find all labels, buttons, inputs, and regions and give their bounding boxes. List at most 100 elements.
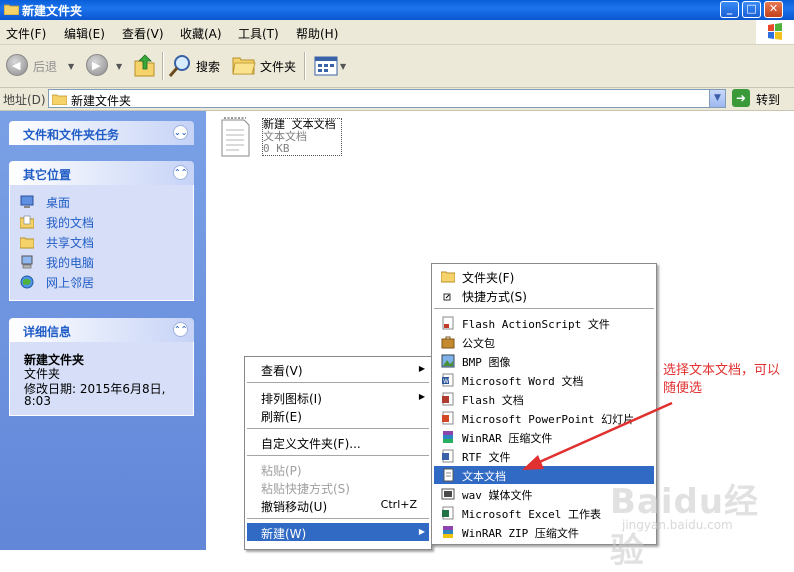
- new-rtf-item[interactable]: RTF 文件: [434, 447, 654, 465]
- text-document-icon: [443, 468, 454, 482]
- excel-sheet-icon: [442, 506, 454, 520]
- new-briefcase-item[interactable]: 公文包: [434, 333, 654, 351]
- maximize-button[interactable]: □: [742, 1, 761, 18]
- undo-shortcut: Ctrl+Z: [380, 498, 417, 511]
- menu-separator: [247, 382, 429, 383]
- windows-logo: [756, 20, 794, 44]
- desktop-icon: [20, 195, 34, 208]
- menu-item-arrange-icons[interactable]: 排列图标(I) ▶: [247, 388, 429, 406]
- menu-view[interactable]: 查看(V): [122, 25, 164, 42]
- go-button[interactable]: 转到: [756, 91, 780, 108]
- search-button[interactable]: 搜索: [196, 58, 220, 75]
- menu-help[interactable]: 帮助(H): [296, 25, 338, 42]
- details-panel: 详细信息 ⌃⌃ 新建文件夹 文件夹 修改日期: 2015年6月8日, 8:03: [9, 318, 194, 416]
- menu-tools[interactable]: 工具(T): [238, 25, 279, 42]
- menu-favorites[interactable]: 收藏(A): [180, 25, 222, 42]
- collapse-icon[interactable]: ⌃⌃: [173, 322, 188, 337]
- briefcase-icon: [441, 336, 455, 349]
- folder-icon: [4, 4, 19, 15]
- back-label[interactable]: 后退: [33, 58, 57, 75]
- toolbar: ◀ 后退 ▼ ▶ ▼ 搜索 文件夹 ▼: [0, 45, 794, 88]
- up-folder-icon[interactable]: [134, 53, 156, 77]
- collapse-icon[interactable]: ⌃⌃: [173, 165, 188, 180]
- bitmap-image-icon: [441, 354, 455, 368]
- new-folder-item[interactable]: 文件夹(F): [434, 267, 654, 285]
- expand-icon[interactable]: ⌄⌄: [173, 125, 188, 140]
- details-panel-body: 新建文件夹 文件夹 修改日期: 2015年6月8日, 8:03: [9, 342, 194, 416]
- new-bmp-item[interactable]: BMP 图像: [434, 352, 654, 370]
- forward-arrow-icon: ▶: [92, 59, 101, 72]
- menu-item-paste[interactable]: 粘贴(P): [247, 460, 429, 478]
- close-button[interactable]: ✕: [764, 1, 783, 18]
- watermark-url: jingyan.baidu.com: [622, 518, 733, 532]
- submenu-arrow-icon: ▶: [418, 527, 425, 536]
- new-winrar-item[interactable]: WinRAR 压缩文件: [434, 428, 654, 446]
- menu-item-refresh[interactable]: 刷新(E): [247, 406, 429, 424]
- back-arrow-icon: ◀: [12, 59, 21, 72]
- details-panel-header[interactable]: 详细信息 ⌃⌃: [9, 318, 194, 342]
- menu-item-undo-move[interactable]: 撤销移动(U) Ctrl+Z: [247, 496, 429, 514]
- forward-dropdown-icon[interactable]: ▼: [116, 62, 122, 71]
- forward-button[interactable]: ▶: [86, 54, 108, 76]
- menu-edit[interactable]: 编辑(E): [64, 25, 105, 42]
- views-dropdown-icon[interactable]: ▼: [340, 62, 346, 71]
- menu-item-customize-folder[interactable]: 自定义文件夹(F)...: [247, 433, 429, 451]
- new-powerpoint-item[interactable]: Microsoft PowerPoint 幻灯片: [434, 409, 654, 427]
- menu-separator: [247, 518, 429, 519]
- text-document-icon[interactable]: [219, 116, 251, 158]
- new-flash-actionscript-item[interactable]: Flash ActionScript 文件: [434, 314, 654, 332]
- menu-item-new[interactable]: 新建(W) ▶: [247, 523, 429, 541]
- address-bar: 地址(D) 新建文件夹 ▼ ➜ 转到: [0, 88, 794, 111]
- folders-icon[interactable]: [232, 55, 256, 75]
- views-icon[interactable]: [314, 56, 338, 76]
- places-panel-body: 桌面 我的文档 共享文档 我的电脑 网上邻居: [9, 185, 194, 301]
- folder-icon: [52, 94, 67, 105]
- menu-separator: [434, 308, 654, 309]
- rtf-document-icon: [442, 449, 454, 463]
- address-label: 地址(D): [3, 93, 46, 107]
- back-button[interactable]: ◀: [6, 54, 28, 76]
- context-menu: 查看(V) ▶ 排列图标(I) ▶ 刷新(E) 自定义文件夹(F)... 粘贴(…: [244, 356, 432, 550]
- shared-folder-icon: [20, 237, 34, 249]
- actionscript-file-icon: [442, 316, 454, 330]
- menu-item-paste-shortcut[interactable]: 粘贴快捷方式(S): [247, 478, 429, 496]
- folder-icon: [441, 271, 455, 283]
- menu-file[interactable]: 文件(F): [6, 25, 46, 42]
- title-bar[interactable]: 新建文件夹 _ □ ✕: [0, 0, 794, 20]
- shortcut-icon: [443, 293, 451, 301]
- address-value: 新建文件夹: [71, 94, 132, 108]
- word-document-icon: W: [442, 373, 454, 387]
- menu-item-view[interactable]: 查看(V) ▶: [247, 360, 429, 378]
- documents-folder-icon: [20, 215, 34, 229]
- panel-title: 详细信息: [23, 325, 72, 339]
- search-icon[interactable]: [168, 54, 192, 78]
- wav-media-icon: [441, 488, 455, 500]
- annotation-text: 选择文本文档，可以随便选: [663, 363, 781, 396]
- new-shortcut-item[interactable]: 快捷方式(S): [434, 286, 654, 304]
- menu-separator: [247, 455, 429, 456]
- new-flash-document-item[interactable]: Flash 文档: [434, 390, 654, 408]
- folders-button[interactable]: 文件夹: [260, 58, 296, 75]
- new-word-item[interactable]: W Microsoft Word 文档: [434, 371, 654, 389]
- tasks-panel: 文件和文件夹任务 ⌄⌄: [9, 121, 194, 145]
- places-panel-header[interactable]: 其它位置 ⌃⌃: [9, 161, 194, 185]
- address-input[interactable]: 新建文件夹 ▼: [48, 89, 726, 108]
- address-dropdown-icon[interactable]: ▼: [709, 90, 725, 107]
- powerpoint-icon: [442, 411, 454, 425]
- go-arrow-icon[interactable]: ➜: [732, 89, 750, 107]
- file-item[interactable]: 新建 文本文档 文本文档 0 KB: [262, 118, 342, 156]
- toolbar-separator: [304, 52, 306, 80]
- file-size: 0 KB: [263, 142, 290, 155]
- panel-title: 文件和文件夹任务: [23, 128, 120, 142]
- zip-archive-icon: [443, 526, 453, 538]
- menu-bar: 文件(F) 编辑(E) 查看(V) 收藏(A) 工具(T) 帮助(H): [0, 20, 794, 45]
- network-icon: [20, 275, 34, 289]
- windows-flag-icon: [768, 23, 782, 40]
- tasks-panel-header[interactable]: 文件和文件夹任务 ⌄⌄: [9, 121, 194, 145]
- flash-document-icon: [442, 392, 454, 406]
- back-dropdown-icon[interactable]: ▼: [68, 62, 74, 71]
- detail-modified-time: 8:03: [24, 394, 51, 408]
- minimize-button[interactable]: _: [720, 1, 739, 18]
- places-panel: 其它位置 ⌃⌃ 桌面 我的文档 共享文档 我的电脑 网上邻居: [9, 161, 194, 301]
- menu-separator: [247, 428, 429, 429]
